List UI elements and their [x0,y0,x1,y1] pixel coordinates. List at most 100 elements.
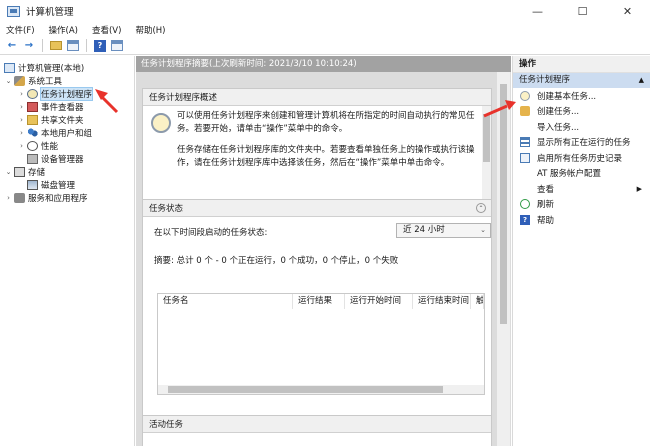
minimize-button[interactable]: — [515,0,560,22]
action-enable-history[interactable]: 启用所有任务历史记录 [513,150,650,166]
column-trigger[interactable]: 触 [471,294,484,309]
column-run-end[interactable]: 运行结束时间 [413,294,471,309]
action-create-basic-task[interactable]: 创建基本任务... [513,88,650,104]
action-help[interactable]: ? 帮助 [513,212,650,228]
disk-icon [27,179,38,190]
event-viewer-icon [27,101,38,112]
action-refresh[interactable]: 刷新 [513,197,650,213]
overview-section: 任务计划程序概述 可以使用任务计划程序来创建和管理计算机将在所指定的时间自动执行… [142,88,492,207]
action-create-task[interactable]: 创建任务... [513,104,650,120]
maximize-button[interactable]: ☐ [560,0,605,22]
collapse-chevron-icon[interactable]: ⌄ [4,77,13,85]
overview-section-header[interactable]: 任务计划程序概述 [143,89,491,106]
running-tasks-icon [520,137,530,148]
tree-item-services[interactable]: › 服务和应用程序 [4,191,88,204]
clock-icon [151,113,171,133]
properties-button[interactable] [110,39,124,53]
tools-icon [14,75,25,86]
time-range-select[interactable]: 近 24 小时 ⌄ [396,223,491,238]
create-task-icon [520,106,530,117]
status-section: 任务状态 ⌃ 在以下时间段启动的任务状态: 近 24 小时 ⌄ 摘要: 总计 0… [142,199,492,423]
tree-item-device-manager[interactable]: 设备管理器 [26,152,84,165]
overview-title: 任务计划程序概述 [149,93,218,103]
time-range-value: 近 24 小时 [403,225,445,235]
expand-chevron-icon[interactable]: › [17,142,26,150]
toolbar-divider [42,39,43,52]
table-scrollbar[interactable] [158,385,484,394]
close-button[interactable]: ✕ [605,0,650,22]
status-section-header[interactable]: 任务状态 ⌃ [143,200,491,217]
folder-icon [50,41,62,50]
summary-header: 任务计划程序摘要(上次刷新时间: 2021/3/10 10:10:24) [136,56,511,72]
overview-line: 可以使用任务计划程序来创建和管理计算机将在所指定的时间自动执行的常见任 [177,111,475,121]
expand-chevron-icon[interactable]: › [17,103,26,111]
properties-icon [111,40,123,51]
column-run-result[interactable]: 运行结果 [293,294,345,309]
toolbar: ← → ? [0,37,650,55]
action-show-running-tasks[interactable]: 显示所有正在运行的任务 [513,135,650,151]
active-tasks-title: 活动任务 [149,420,184,430]
expand-chevron-icon[interactable]: › [17,116,26,124]
table-scrollbar-thumb[interactable] [168,386,443,393]
center-scrollbar[interactable] [497,72,510,446]
collapse-up-icon: ▲ [638,76,644,84]
tree-item-root[interactable]: 计算机管理(本地) [3,61,84,74]
shared-folder-icon [27,114,38,125]
overview-line: 任务存储在任务计划程序库的文件夹中。若要查看单独任务上的操作或执行该操 [177,145,475,155]
computer-icon [4,62,15,73]
menu-help[interactable]: 帮助(H) [135,24,165,36]
performance-icon [27,140,38,151]
column-run-start[interactable]: 运行开始时间 [345,294,413,309]
tree-item-event-viewer[interactable]: › 事件查看器 [17,100,84,113]
status-summary: 摘要: 总计 0 个 - 0 个正在运行，0 个成功，0 个停止，0 个失败 [154,256,399,266]
status-body: 在以下时间段启动的任务状态: 近 24 小时 ⌄ 摘要: 总计 0 个 - 0 … [143,217,491,422]
menu-action[interactable]: 操作(A) [49,24,78,36]
action-at-service-config[interactable]: AT 服务帐户配置 [513,166,650,182]
help-icon: ? [94,39,106,52]
submenu-arrow-icon: ▶ [636,184,642,193]
up-folder-button[interactable] [49,39,63,53]
action-view[interactable]: 查看 ▶ [513,181,650,197]
actions-pane: 操作 任务计划程序 ▲ 创建基本任务... 创建任务... 导入任务... 显示… [512,56,650,446]
forward-arrow-icon[interactable]: → [22,39,36,53]
chevron-down-icon: ⌄ [480,226,486,234]
center-pane: 任务计划程序摘要(上次刷新时间: 2021/3/10 10:10:24) 任务计… [136,56,511,446]
help-button[interactable]: ? [93,39,107,53]
tree-item-performance[interactable]: › 性能 [17,139,58,152]
history-icon [520,152,530,163]
collapse-chevron-icon[interactable]: ⌄ [4,168,13,176]
tree-item-task-scheduler[interactable]: › 任务计划程序 [17,86,94,101]
action-import-task[interactable]: 导入任务... [513,119,650,135]
overview-line: 务。若要开始，请单击“操作”菜单中的命令。 [177,124,348,134]
tree-item-system-tools[interactable]: ⌄ 系统工具 [4,74,62,87]
title-bar: 计算机管理 — ☐ ✕ [0,0,650,22]
toolbar-divider [86,39,87,52]
window-title: 计算机管理 [26,7,74,18]
overview-scrollbar[interactable] [482,106,491,206]
tree-item-local-users[interactable]: › 本地用户和组 [17,126,92,139]
tree-item-storage[interactable]: ⌄ 存储 [4,165,45,178]
expand-chevron-icon[interactable]: › [4,194,13,202]
collapse-up-icon[interactable]: ⌃ [476,203,486,213]
status-period-label: 在以下时间段启动的任务状态: [154,228,268,238]
menu-file[interactable]: 文件(F) [6,24,35,36]
back-arrow-icon[interactable]: ← [5,39,19,53]
menu-view[interactable]: 查看(V) [92,24,121,36]
menu-bar: 文件(F) 操作(A) 查看(V) 帮助(H) [0,22,650,37]
active-tasks-header[interactable]: 活动任务 [143,416,491,433]
tree-item-shared-folders[interactable]: › 共享文件夹 [17,113,84,126]
users-icon [27,127,38,138]
active-tasks-section: 活动任务 [142,415,492,446]
computer-management-icon [7,5,20,17]
expand-chevron-icon[interactable]: › [17,90,26,98]
navigation-tree: 计算机管理(本地) ⌄ 系统工具 › 任务计划程序 › 事件查看器 › 共享文件… [0,56,135,446]
tree-item-disk-management[interactable]: 磁盘管理 [26,178,75,191]
center-scrollbar-thumb[interactable] [500,84,507,324]
expand-chevron-icon[interactable]: › [17,129,26,137]
services-icon [14,192,25,203]
actions-group-label: 任务计划程序 [519,75,571,85]
console-tree-button[interactable] [66,39,80,53]
actions-group-header[interactable]: 任务计划程序 ▲ [513,73,650,88]
overview-scrollbar-thumb[interactable] [483,114,490,162]
column-task-name[interactable]: 任务名 [158,294,293,309]
